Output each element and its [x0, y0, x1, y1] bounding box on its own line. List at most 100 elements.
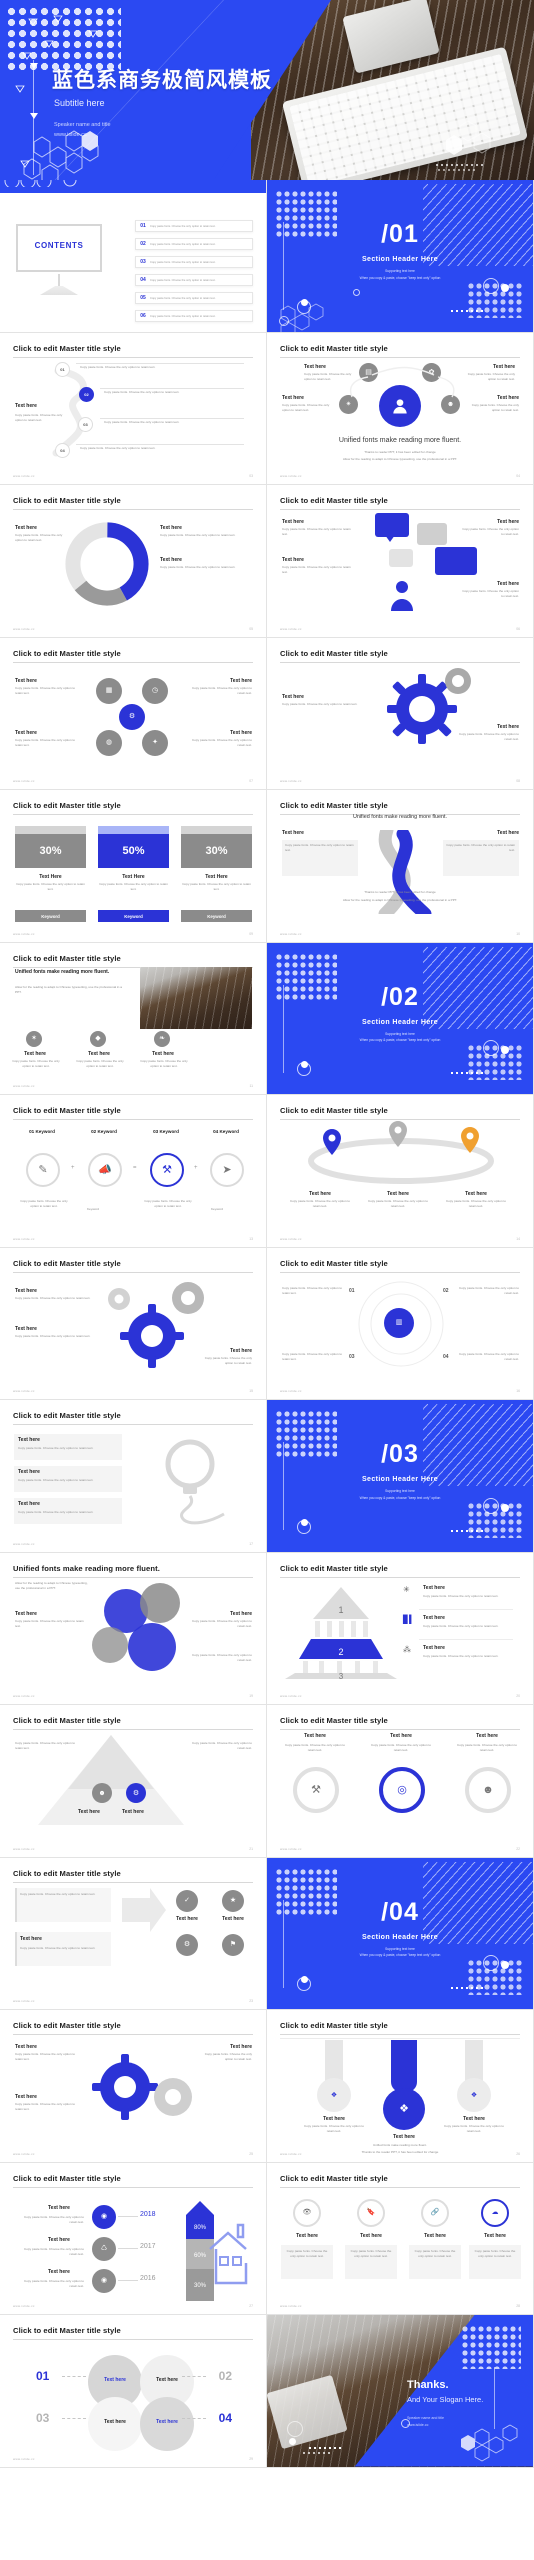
slide-section-02[interactable]: /02 Section Header Here Supporting text …: [267, 942, 534, 1095]
slide-two-col-text[interactable]: Click to edit Master title style Unified…: [267, 790, 534, 943]
map-pin-grey[interactable]: [389, 1121, 407, 1147]
slide-image-text[interactable]: Click to edit Master title style Unified…: [0, 942, 267, 1095]
three-circle-2[interactable]: ◎: [379, 1767, 425, 1813]
slide-section-03[interactable]: /03 Section Header Here Supporting text …: [267, 1400, 534, 1553]
slide-keyword-circles[interactable]: Click to edit Master title style 01 Keyw…: [0, 1095, 267, 1248]
map-pin-blue[interactable]: [323, 1129, 341, 1155]
tl-icon-2[interactable]: ♺: [92, 2236, 116, 2261]
slide-medals[interactable]: Click to edit Master title style ❖ ❖ ❖ T…: [267, 2010, 534, 2163]
step-marker-04[interactable]: 04: [55, 442, 70, 458]
keyword-button-3[interactable]: Keyword: [181, 910, 252, 922]
puzzle-piece-4[interactable]: ✦: [142, 729, 168, 756]
medal-right[interactable]: ❖: [457, 2078, 491, 2112]
arrowbox-icon-4[interactable]: ⚑: [222, 1933, 244, 1956]
slide-title-cover[interactable]: 蓝色系商务极简风模板 Subtitle here Speaker name an…: [0, 0, 534, 180]
keyword-circle-4[interactable]: ➤: [210, 1153, 244, 1187]
caption-sub1: Thanks to reader PPT, it has been edited…: [364, 449, 436, 454]
slide-section-04[interactable]: /04 Section Header Here Supporting text …: [267, 1857, 534, 2010]
contents-item[interactable]: 01 Copy paste fonts. Choose the only opt…: [135, 220, 253, 232]
icon-circle-3[interactable]: ❧: [154, 1030, 170, 1047]
gear-small-icon[interactable]: [439, 662, 477, 700]
arrowbox-icon-1[interactable]: ✓: [176, 1889, 198, 1912]
slide-pyramid[interactable]: Click to edit Master title style 1 2 3 ✳…: [267, 1552, 534, 1705]
card-icon-2[interactable]: 🔖: [357, 2198, 385, 2227]
medal-center[interactable]: ❖: [383, 2088, 425, 2130]
arrowbox-icon-2[interactable]: ★: [222, 1889, 244, 1912]
keyword-circle-2[interactable]: 📣: [88, 1153, 122, 1187]
pyramid-diagram[interactable]: 1 2 3: [283, 1583, 399, 1679]
funnel-icon-1[interactable]: ☻: [92, 1783, 112, 1803]
slide-speech-bubbles[interactable]: Click to edit Master title style Text he…: [267, 485, 534, 638]
percent-card-1[interactable]: 30%: [15, 826, 86, 868]
puzzle-piece-3[interactable]: ◍: [96, 729, 122, 756]
tl-icon-1[interactable]: ◉: [92, 2204, 116, 2229]
map-pin-orange[interactable]: [461, 1127, 479, 1153]
contents-item[interactable]: 03 Copy paste fonts. Choose the only opt…: [135, 256, 253, 268]
puzzle-piece-1[interactable]: ▦: [96, 677, 122, 704]
slide-contents[interactable]: CONTENTS 01 Copy paste fonts. Choose the…: [0, 180, 267, 333]
slide-gear-pair[interactable]: Click to edit Master title style Text he…: [0, 2010, 267, 2163]
slide-donut[interactable]: Click to edit Master title style Text he…: [0, 485, 267, 638]
step-marker-01[interactable]: 01: [55, 361, 70, 377]
venn-circle-2[interactable]: [140, 1582, 180, 1623]
arrowbox-icon-3[interactable]: ⚙: [176, 1933, 198, 1956]
slide-three-circles[interactable]: Click to edit Master title style Text he…: [267, 1705, 534, 1858]
venn-circle-3[interactable]: [128, 1622, 176, 1671]
slide-timeline-steps[interactable]: Click to edit Master title style 01 02 0…: [0, 332, 267, 485]
slide-section-01[interactable]: /01 Section Header Here Supporting text …: [267, 180, 534, 333]
puzzle-piece-center[interactable]: ⚙: [119, 703, 145, 730]
orbit-center-icon[interactable]: ▥: [384, 1307, 414, 1338]
contents-item[interactable]: 04 Copy paste fonts. Choose the only opt…: [135, 274, 253, 286]
contents-item[interactable]: 06 Copy paste fonts. Choose the only opt…: [135, 310, 253, 322]
slide-venn-circles[interactable]: Unified fonts make reading more fluent. …: [0, 1552, 267, 1705]
funnel-icon-2[interactable]: ⚙: [126, 1783, 146, 1803]
keyword-button-1[interactable]: Keyword: [15, 910, 86, 922]
slide-arrow-boxes[interactable]: Click to edit Master title style Copy pa…: [0, 1857, 267, 2010]
slide-gears[interactable]: Click to edit Master title style Text he…: [267, 637, 534, 790]
step-marker-02[interactable]: 02: [79, 386, 94, 402]
donut-chart[interactable]: [62, 519, 152, 609]
slide-gear-cluster[interactable]: Click to edit Master title style Text he…: [0, 1247, 267, 1400]
keyword-circle-1[interactable]: ✎: [26, 1153, 60, 1187]
slide-thanks[interactable]: Thanks. And Your Slogan Here. Speaker na…: [267, 2315, 534, 2468]
three-circle-3[interactable]: ☻: [465, 1767, 511, 1813]
slide-four-bubbles[interactable]: Click to edit Master title style Text he…: [0, 2315, 267, 2468]
icon-circle-2[interactable]: ◆: [90, 1030, 106, 1047]
card-icon-3[interactable]: 🔗: [421, 2198, 449, 2227]
speech-bubble-grey[interactable]: [417, 523, 447, 545]
step-text-02: Copy paste fonts. Choose the only option…: [104, 389, 180, 394]
gear-small-grey-icon[interactable]: [104, 1284, 134, 1314]
percent-card-2[interactable]: 50%: [98, 826, 169, 868]
slide-four-icon-hub[interactable]: Click to edit Master title style ▤ ✿ ✴ ☻…: [267, 332, 534, 485]
slide-year-timeline[interactable]: Click to edit Master title style Text he…: [0, 2162, 267, 2315]
speech-bubble-light[interactable]: [389, 549, 413, 567]
gear-grey-large-icon[interactable]: [148, 2072, 198, 2122]
step-marker-03[interactable]: 03: [78, 416, 93, 432]
venn-circle-4[interactable]: [92, 1626, 128, 1663]
speech-bubble-blue[interactable]: [375, 513, 409, 537]
card-icon-4[interactable]: ☁: [481, 2198, 509, 2227]
tl-icon-3[interactable]: ◉: [92, 2268, 116, 2293]
puzzle-piece-2[interactable]: ◷: [142, 677, 168, 704]
slide-map-pins[interactable]: Click to edit Master title style Text he…: [267, 1095, 534, 1248]
slide-percent-cards[interactable]: Click to edit Master title style 30% 50%…: [0, 790, 267, 943]
contents-item[interactable]: 02 Copy paste fonts. Choose the only opt…: [135, 238, 253, 250]
slide-four-icon-cards[interactable]: Click to edit Master title style 👁 🔖 🔗 ☁…: [267, 2162, 534, 2315]
contents-item[interactable]: 05 Copy paste fonts. Choose the only opt…: [135, 292, 253, 304]
icon-circle-1[interactable]: ✶: [26, 1030, 42, 1047]
keyword-circle-3[interactable]: ⚒: [150, 1153, 184, 1187]
three-circle-1[interactable]: ⚒: [293, 1767, 339, 1813]
slide-bulb[interactable]: Click to edit Master title style Text he…: [0, 1400, 267, 1553]
card-icon-1[interactable]: 👁: [293, 2198, 321, 2227]
slide-puzzle[interactable]: Click to edit Master title style ▦ ◷ ⚙ ◍…: [0, 637, 267, 790]
medal-left[interactable]: ❖: [317, 2078, 351, 2112]
slide-orbit[interactable]: Click to edit Master title style ▥ 01 02…: [267, 1247, 534, 1400]
card-label-3: Text Here: [205, 874, 228, 880]
pin-text-3: Copy paste fonts. Choose the only option…: [445, 1199, 507, 1209]
keyword-button-2[interactable]: Keyword: [98, 910, 169, 922]
speech-bubble-blue-2[interactable]: [435, 547, 477, 575]
slide-arrow-funnel[interactable]: Click to edit Master title style ☻ ⚙ Tex…: [0, 1705, 267, 1858]
slide-footer: www.islide.cc: [280, 1694, 302, 1698]
percent-card-3[interactable]: 30%: [181, 826, 252, 868]
gear-grey-icon[interactable]: [166, 1276, 210, 1320]
